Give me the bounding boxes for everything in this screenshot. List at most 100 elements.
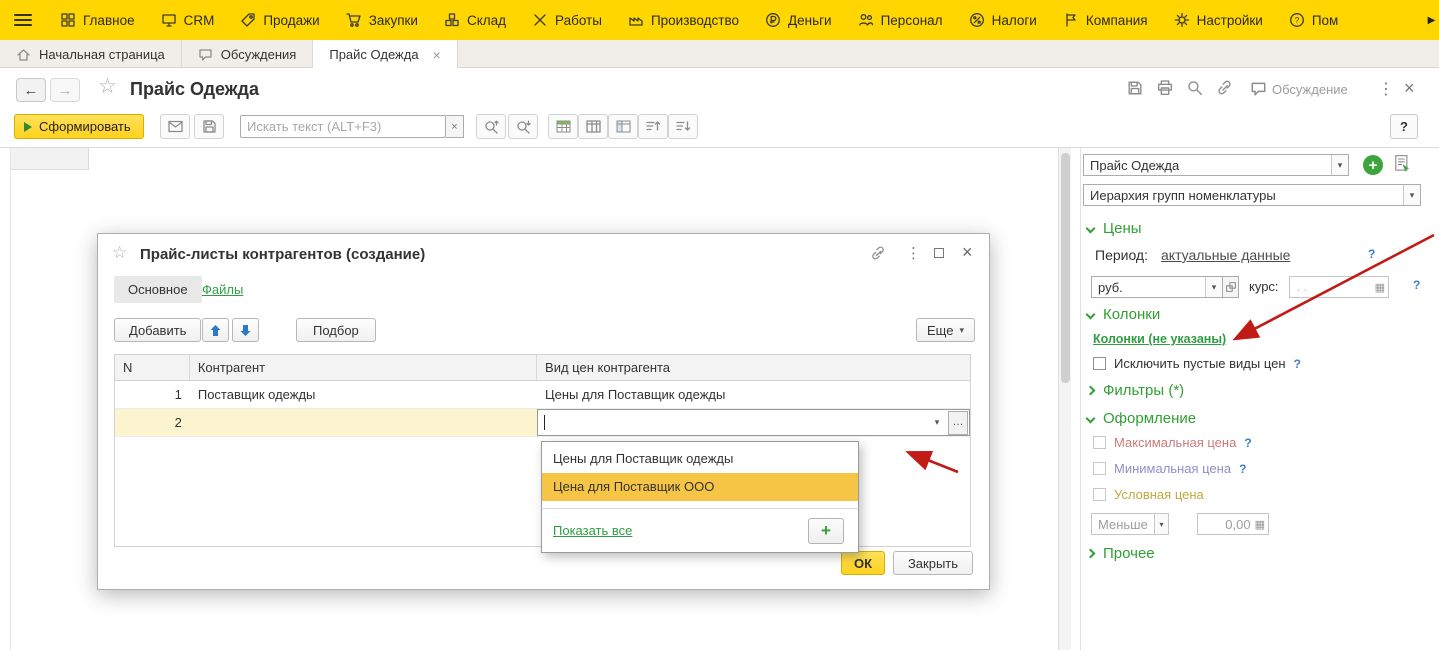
- section-formatting[interactable]: Оформление: [1085, 410, 1196, 427]
- generate-button[interactable]: Сформировать: [14, 114, 144, 139]
- favorite-star-icon[interactable]: ☆: [112, 243, 127, 263]
- menu-item-help[interactable]: ? Пом: [1276, 0, 1352, 40]
- report-variant-combo[interactable]: Прайс Одежда ▾: [1083, 154, 1349, 176]
- cell-price-kind[interactable]: Цены для Поставщик одежды: [537, 381, 970, 408]
- show-all-link[interactable]: Показать все: [553, 523, 632, 538]
- period-value-link[interactable]: актуальные данные: [1161, 247, 1290, 263]
- help-icon[interactable]: ?: [1368, 247, 1375, 261]
- maximize-icon[interactable]: [934, 248, 944, 258]
- more-actions-icon[interactable]: ⋮: [1378, 79, 1394, 99]
- menu-item-crm[interactable]: CRM: [148, 0, 228, 40]
- menu-item-production[interactable]: Производство: [615, 0, 752, 40]
- report-settings-button[interactable]: [548, 114, 578, 139]
- menu-item-main[interactable]: Главное: [47, 0, 148, 40]
- checkbox-label[interactable]: Максимальная цена: [1114, 435, 1236, 450]
- calculator-icon[interactable]: ▦: [1255, 518, 1265, 531]
- column-header-price-kind[interactable]: Вид цен контрагента: [537, 355, 970, 380]
- discussion-bubble-icon[interactable]: [1250, 80, 1267, 97]
- amount-input[interactable]: 0,00 ▦: [1197, 513, 1269, 535]
- menu-item-taxes[interactable]: Налоги: [956, 0, 1050, 40]
- dialog-tab-main[interactable]: Основное: [114, 276, 202, 303]
- chevron-down-icon[interactable]: ▾: [1331, 155, 1348, 175]
- pick-button[interactable]: Подбор: [296, 318, 376, 342]
- comparison-combo[interactable]: Меньше ▾: [1091, 513, 1169, 535]
- close-form-icon[interactable]: ×: [1404, 78, 1415, 99]
- rate-input[interactable]: . . ▦: [1289, 276, 1389, 298]
- table-view-button[interactable]: [578, 114, 608, 139]
- search-input[interactable]: [240, 115, 446, 138]
- save-result-button[interactable]: [194, 114, 224, 139]
- menu-item-sales[interactable]: Продажи: [227, 0, 332, 40]
- checkbox-label[interactable]: Условная цена: [1114, 487, 1204, 502]
- cell-n[interactable]: 2: [115, 409, 190, 436]
- tab-home-page[interactable]: Начальная страница: [0, 40, 182, 68]
- save-variant-button[interactable]: [1393, 154, 1413, 177]
- column-view-button[interactable]: [608, 114, 638, 139]
- send-email-button[interactable]: [160, 114, 190, 139]
- checkbox[interactable]: [1093, 357, 1106, 370]
- dropdown-item[interactable]: Цены для Поставщик одежды: [542, 445, 858, 473]
- checkbox[interactable]: [1093, 462, 1106, 475]
- tab-close-icon[interactable]: ×: [433, 47, 441, 63]
- close-dialog-icon[interactable]: ×: [962, 242, 973, 263]
- sort-descending-button[interactable]: [668, 114, 698, 139]
- choice-list-icon[interactable]: ▾: [928, 409, 946, 436]
- menu-overflow-arrow[interactable]: ▶: [1424, 0, 1439, 40]
- sort-ascending-button[interactable]: [638, 114, 668, 139]
- column-header-contragent[interactable]: Контрагент: [190, 355, 538, 380]
- section-other[interactable]: Прочее: [1085, 545, 1155, 562]
- dialog-tab-files[interactable]: Файлы: [202, 282, 243, 297]
- save-icon[interactable]: [1126, 79, 1144, 97]
- cell-price-kind-editing[interactable]: ▾ …: [537, 409, 970, 436]
- help-icon[interactable]: ?: [1239, 462, 1246, 476]
- cell-contragent[interactable]: Поставщик одежды: [190, 381, 537, 408]
- checkbox[interactable]: [1093, 488, 1106, 501]
- columns-not-set-link[interactable]: Колонки (не указаны): [1093, 332, 1226, 346]
- find-next-button[interactable]: [508, 114, 538, 139]
- chevron-down-icon[interactable]: ▾: [1403, 185, 1420, 205]
- column-header-n[interactable]: N: [115, 355, 190, 380]
- section-columns[interactable]: Колонки: [1085, 306, 1160, 323]
- open-currency-button[interactable]: [1223, 276, 1239, 298]
- tab-discussions[interactable]: Обсуждения: [182, 40, 314, 68]
- checkbox-label[interactable]: Исключить пустые виды цен: [1114, 356, 1286, 371]
- hamburger-menu-icon[interactable]: [14, 13, 32, 27]
- link-icon[interactable]: [870, 245, 887, 262]
- help-icon[interactable]: ?: [1244, 436, 1251, 450]
- table-row[interactable]: 1 Поставщик одежды Цены для Поставщик од…: [115, 381, 970, 409]
- favorite-star-icon[interactable]: ☆: [98, 74, 117, 99]
- section-filters[interactable]: Фильтры (*): [1085, 382, 1184, 399]
- help-icon[interactable]: ?: [1413, 278, 1420, 292]
- chevron-down-icon[interactable]: ▾: [1154, 514, 1168, 534]
- vertical-scrollbar[interactable]: [1058, 148, 1071, 650]
- forward-button[interactable]: →: [50, 78, 80, 102]
- add-variant-button[interactable]: +: [1363, 155, 1383, 175]
- cell-n[interactable]: 1: [115, 381, 190, 408]
- more-actions-icon[interactable]: ⋮: [906, 244, 921, 262]
- menu-item-works[interactable]: Работы: [519, 0, 615, 40]
- move-up-button[interactable]: [202, 318, 229, 342]
- close-button[interactable]: Закрыть: [893, 551, 973, 575]
- choose-value-button[interactable]: …: [948, 410, 968, 435]
- ok-button[interactable]: ОК: [841, 551, 885, 575]
- calendar-icon[interactable]: ▦: [1375, 281, 1385, 294]
- section-prices[interactable]: Цены: [1085, 220, 1142, 237]
- clear-search-icon[interactable]: ×: [446, 115, 464, 138]
- create-new-button[interactable]: +: [808, 517, 844, 544]
- print-icon[interactable]: [1156, 79, 1174, 97]
- find-previous-button[interactable]: [476, 114, 506, 139]
- link-icon[interactable]: [1216, 79, 1234, 97]
- dropdown-item-selected[interactable]: Цена для Поставщик ООО: [542, 473, 858, 501]
- search-document-icon[interactable]: [1186, 79, 1204, 97]
- menu-item-company[interactable]: Компания: [1050, 0, 1161, 40]
- chevron-down-icon[interactable]: ▾: [1205, 277, 1222, 297]
- menu-item-purchases[interactable]: Закупки: [333, 0, 431, 40]
- cell-contragent[interactable]: [189, 409, 538, 436]
- checkbox[interactable]: [1093, 436, 1106, 449]
- back-button[interactable]: ←: [16, 78, 46, 102]
- currency-combo[interactable]: руб. ▾: [1091, 276, 1223, 298]
- grouping-combo[interactable]: Иерархия групп номенклатуры ▾: [1083, 184, 1421, 206]
- scrollbar-thumb[interactable]: [1061, 153, 1070, 383]
- add-row-button[interactable]: Добавить: [114, 318, 202, 342]
- menu-item-settings[interactable]: Настройки: [1161, 0, 1276, 40]
